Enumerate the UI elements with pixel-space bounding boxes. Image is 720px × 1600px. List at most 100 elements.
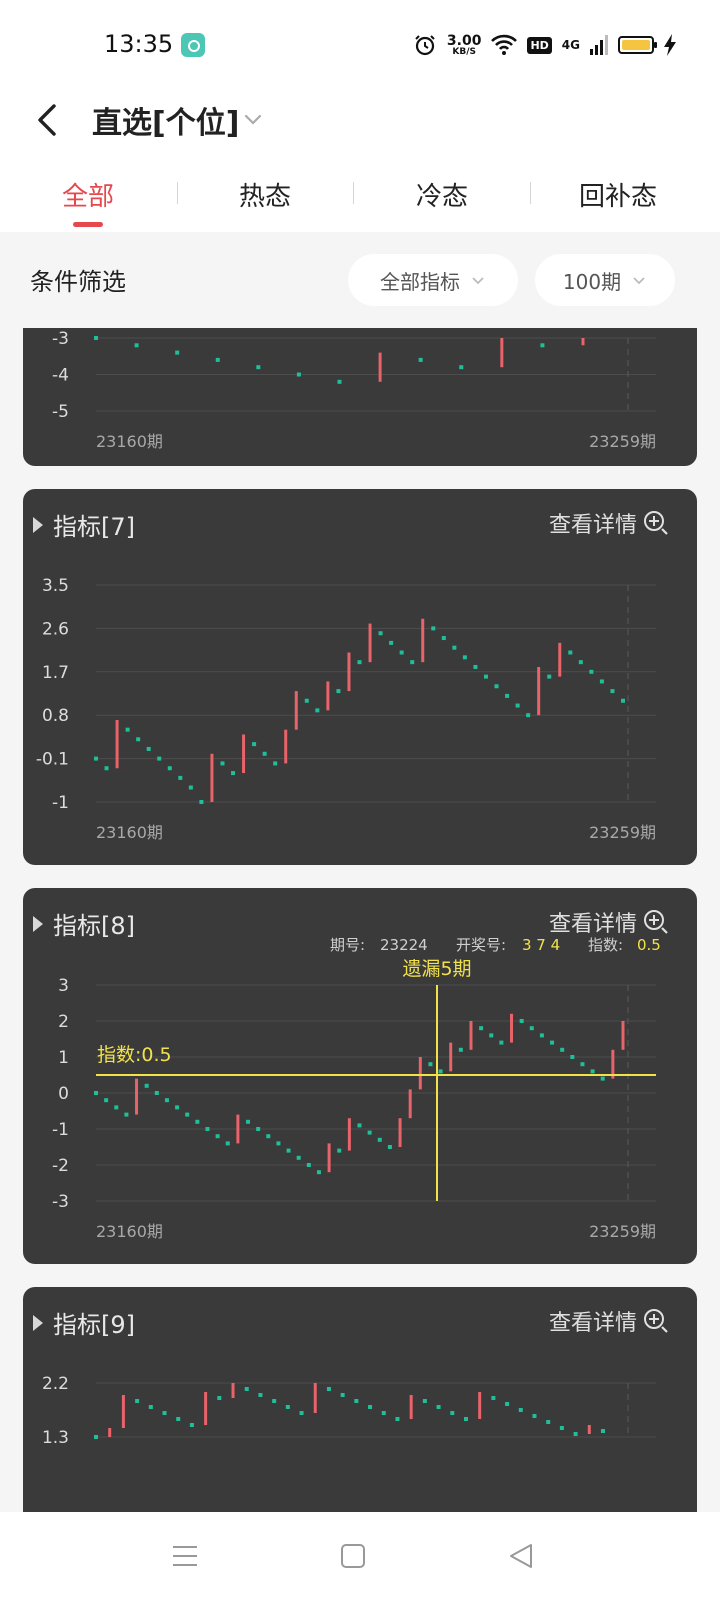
network-speed: 3.00 KB/S xyxy=(446,32,482,57)
data-point xyxy=(326,1387,331,1391)
data-point xyxy=(134,343,139,348)
indicator-chart: 2.2 1.3 xyxy=(42,1374,656,1448)
data-point xyxy=(286,1148,291,1153)
data-point xyxy=(124,1112,129,1117)
data-point xyxy=(452,645,457,650)
indicator-list[interactable]: -3 -4 -5 23160期 23259期 指标[7] 查看详情 3.5 2.6 1.7 0… xyxy=(0,328,720,1512)
indicator-card-7: 指标[7] 查看详情 3.5 2.6 1.7 0.8 -0.1 -1 23160期 23259… xyxy=(23,489,697,865)
data-point xyxy=(436,1405,441,1409)
data-point xyxy=(266,1134,271,1139)
data-point xyxy=(136,737,141,742)
tooltip-draw-value: 3 7 4 xyxy=(522,936,560,954)
data-point xyxy=(220,761,225,766)
data-point xyxy=(599,679,604,684)
data-point xyxy=(175,1105,180,1110)
menu-icon[interactable] xyxy=(169,1540,201,1572)
data-point xyxy=(256,1127,261,1131)
data-point xyxy=(489,1033,494,1038)
home-icon[interactable] xyxy=(337,1540,369,1572)
data-point xyxy=(258,1393,263,1397)
data-point xyxy=(590,1069,595,1074)
data-point xyxy=(377,1137,382,1142)
y-tick-label: 1.7 xyxy=(42,663,69,683)
tab-hot[interactable]: 热态 xyxy=(205,176,325,213)
data-point xyxy=(299,1411,304,1415)
y-tick-label: 1 xyxy=(58,1048,69,1068)
data-point xyxy=(225,1141,230,1146)
data-point xyxy=(164,1098,169,1103)
data-point xyxy=(532,1414,537,1418)
page-title[interactable]: 直选[个位] xyxy=(92,98,239,142)
back-triangle-icon[interactable] xyxy=(505,1540,537,1572)
data-point xyxy=(431,626,436,631)
data-point xyxy=(600,1076,605,1081)
data-point xyxy=(610,689,615,694)
data-point xyxy=(256,365,261,370)
data-point xyxy=(410,660,415,665)
data-point xyxy=(499,1040,504,1045)
y-tick-label: 0 xyxy=(58,1084,69,1104)
data-point xyxy=(540,343,545,348)
data-point xyxy=(162,1411,167,1415)
data-point xyxy=(304,698,309,703)
miss-count-label: 遗漏5期 xyxy=(402,958,471,980)
data-point xyxy=(188,785,193,790)
chevron-down-icon[interactable] xyxy=(242,108,264,130)
wifi-icon xyxy=(491,34,518,55)
data-point xyxy=(178,775,183,780)
data-point xyxy=(547,674,552,679)
data-point xyxy=(367,1130,372,1135)
data-point xyxy=(494,684,499,689)
tooltip-index-label: 指数: xyxy=(588,936,623,954)
data-point xyxy=(387,1145,392,1149)
battery-icon xyxy=(618,36,657,54)
data-point xyxy=(205,1127,210,1131)
indicator-chart: 3.5 2.6 1.7 0.8 -0.1 -1 23160期 23259期 xyxy=(36,576,656,842)
chevron-down-icon xyxy=(633,277,645,285)
tab-cold[interactable]: 冷态 xyxy=(382,176,502,213)
data-point xyxy=(296,1155,301,1160)
y-tick-label: 3.5 xyxy=(42,576,69,596)
period-select[interactable]: 100期 xyxy=(535,254,675,306)
back-icon[interactable] xyxy=(30,98,70,142)
data-point xyxy=(296,372,301,377)
data-point xyxy=(568,650,573,655)
y-tick-label: -3 xyxy=(52,329,69,349)
y-tick-label: 2.6 xyxy=(42,619,69,639)
data-point xyxy=(422,1399,427,1403)
data-point xyxy=(262,751,267,756)
data-point xyxy=(368,1405,373,1409)
y-tick-label: -4 xyxy=(52,366,69,386)
data-point xyxy=(428,1062,433,1067)
data-point xyxy=(252,742,257,747)
data-point xyxy=(114,1105,119,1110)
data-point xyxy=(483,674,488,679)
tab-rebound[interactable]: 回补态 xyxy=(558,176,678,213)
data-point xyxy=(316,1170,321,1175)
filter-label: 条件筛选 xyxy=(30,268,126,296)
tooltip-index-value: 0.5 xyxy=(637,936,661,954)
data-point xyxy=(550,1040,555,1045)
data-point xyxy=(357,1123,362,1128)
data-point xyxy=(199,800,204,804)
data-point xyxy=(450,1411,455,1415)
status-bar: 13:35 3.00 KB/S HD 4G xyxy=(0,0,720,88)
signal-icon xyxy=(590,35,608,55)
data-point xyxy=(479,1026,484,1031)
data-point xyxy=(491,1396,496,1400)
data-point xyxy=(573,1432,578,1436)
indicator-chart[interactable]: 3210-1-2-323160期 23259期指数:0.5遗漏5期期号: 23224… xyxy=(23,888,697,1264)
data-point xyxy=(389,640,394,645)
data-point xyxy=(306,1163,311,1167)
data-point xyxy=(418,357,423,362)
data-point xyxy=(462,655,467,660)
data-point xyxy=(505,1402,510,1406)
indicator-select[interactable]: 全部指标 xyxy=(348,254,518,306)
y-tick-label: -5 xyxy=(52,402,69,422)
data-point xyxy=(621,698,625,703)
data-point xyxy=(94,1435,98,1439)
x-end-label: 23259期 xyxy=(589,823,656,842)
y-tick-label: 1.3 xyxy=(42,1428,69,1448)
indicator-card-9: 指标[9] 查看详情 2.2 1.3 xyxy=(23,1287,697,1512)
tab-all[interactable]: 全部 xyxy=(28,176,148,213)
